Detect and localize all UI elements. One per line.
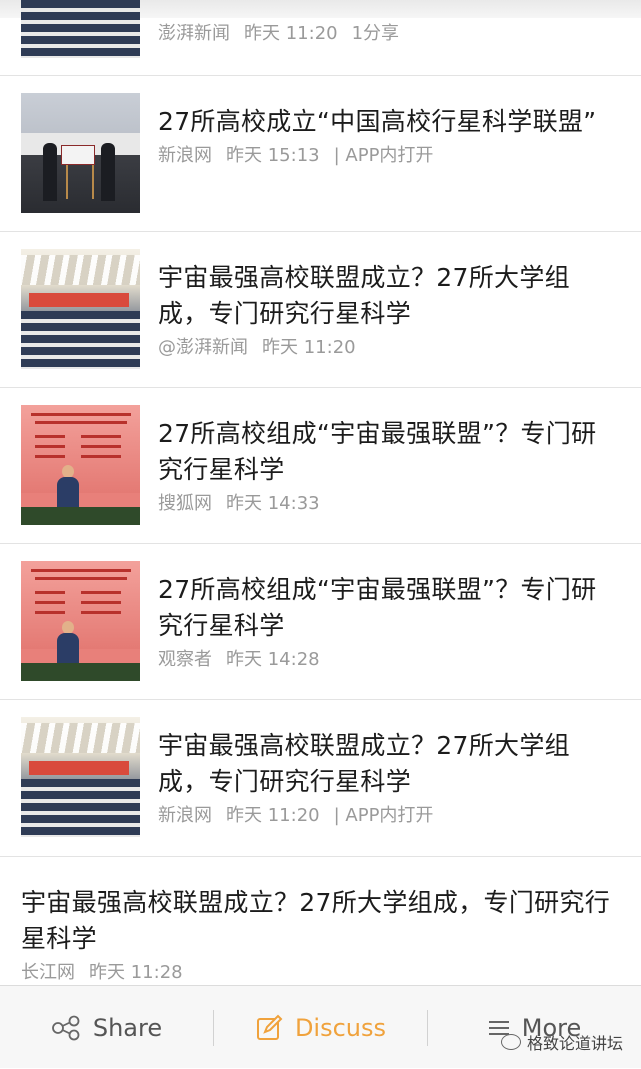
thumbnail: [21, 717, 140, 837]
item-meta: 新浪网 昨天 15:13 | APP内打开: [158, 144, 611, 168]
wechat-icon: [500, 1034, 521, 1050]
item-source: 新浪网: [158, 145, 212, 166]
thumbnail: [21, 405, 140, 525]
watermark-text: 格致论道讲坛: [526, 1034, 623, 1053]
item-meta: 澎湃新闻 昨天 11:20 1分享: [158, 22, 611, 46]
item-source: 新浪网: [158, 805, 212, 826]
item-time: 昨天 14:28: [226, 649, 320, 670]
item-title: 27所高校成立“中国高校行星科学联盟”: [158, 107, 597, 136]
list-item[interactable]: 宇宙最强高校联盟成立？27所大学组成，专门研究行星科学 新浪网 昨天 11:20 |…: [0, 700, 641, 857]
item-source: 搜狐网: [158, 493, 212, 514]
list-item[interactable]: 27所高校成立“中国高校行星科学联盟” 新浪网 昨天 15:13 | APP内打开: [0, 76, 641, 232]
list-item[interactable]: 宇宙最强高校联盟成立？27所大学组成，专门研究行星科学 @澎湃新闻 昨天 11:2…: [0, 232, 641, 388]
thumbnail: [21, 0, 140, 58]
item-title: 宇宙最强高校联盟成立？27所大学组成，专门研究行星科学: [158, 263, 570, 328]
list-item[interactable]: 澎湃新闻 昨天 11:20 1分享: [0, 0, 641, 76]
item-time: 昨天 15:13: [226, 145, 320, 166]
item-source: @澎湃新闻: [158, 337, 248, 358]
edit-icon: [256, 1014, 283, 1040]
bottom-toolbar: Share Discuss More: [0, 985, 641, 1068]
open-in-app-link[interactable]: | APP内打开: [334, 805, 434, 826]
share-icon: [51, 1015, 80, 1040]
item-meta: 新浪网 昨天 11:20 | APP内打开: [158, 804, 611, 828]
item-title: 宇宙最强高校联盟成立？27所大学组成，专门研究行星科学: [158, 731, 570, 796]
list-item[interactable]: 宇宙最强高校联盟成立？27所大学组成，专门研究行星科学 长江网 昨天 11:28: [0, 857, 641, 985]
discuss-label: Discuss: [294, 1013, 387, 1042]
more-button[interactable]: More: [428, 986, 641, 1069]
item-title: 宇宙最强高校联盟成立？27所大学组成，专门研究行星科学: [21, 888, 611, 953]
share-label: Share: [92, 1013, 163, 1042]
list-item[interactable]: 27所高校组成“宇宙最强联盟”？专门研究行星科学 搜狐网 昨天 14:33: [0, 388, 641, 544]
item-source: 澎湃新闻: [158, 23, 230, 44]
watermark: 格致论道讲坛: [500, 1030, 623, 1054]
item-source: 观察者: [158, 649, 212, 670]
item-time: 昨天 14:33: [226, 493, 320, 514]
item-share-count: 1分享: [351, 23, 400, 44]
news-feed: 澎湃新闻 昨天 11:20 1分享 27所高校成立“中国高校行星科学联盟” 新浪网昨…: [0, 0, 641, 985]
item-time: 昨天 11:20: [262, 337, 356, 358]
item-title: 27所高校组成“宇宙最强联盟”？专门研究行星科学: [158, 419, 597, 484]
item-time: 昨天 11:20: [244, 23, 338, 44]
item-time: 昨天 11:20: [226, 805, 320, 826]
share-button[interactable]: Share: [0, 986, 213, 1069]
item-meta: 长江网 昨天 11:28: [21, 961, 611, 985]
item-meta: @澎湃新闻 昨天 11:20: [158, 336, 611, 360]
open-in-app-link[interactable]: | APP内打开: [334, 145, 434, 166]
item-meta: 搜狐网 昨天 14:33: [158, 492, 611, 516]
thumbnail: [21, 561, 140, 681]
item-source: 长江网: [21, 962, 75, 983]
item-meta: 观察者 昨天 14:28: [158, 648, 611, 672]
discuss-button[interactable]: Discuss: [214, 986, 427, 1069]
item-time: 昨天 11:28: [89, 962, 183, 983]
thumbnail: [21, 249, 140, 369]
item-title: 27所高校组成“宇宙最强联盟”？专门研究行星科学: [158, 575, 597, 640]
list-item[interactable]: 27所高校组成“宇宙最强联盟”？专门研究行星科学 观察者 昨天 14:28: [0, 544, 641, 700]
thumbnail: [21, 93, 140, 213]
